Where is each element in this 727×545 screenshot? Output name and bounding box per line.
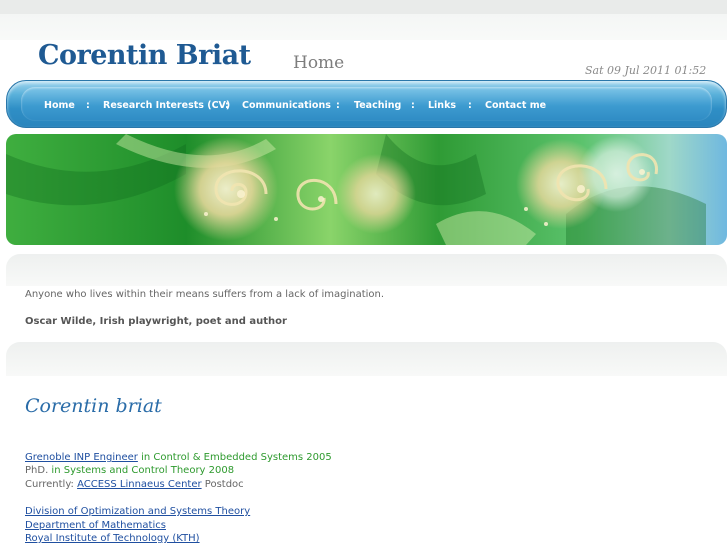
current-position-line: Currently: ACCESS Linnaeus Center Postdo…: [25, 479, 244, 490]
current-suffix: Postdoc: [201, 479, 244, 490]
department-mathematics-link[interactable]: Department of Mathematics: [25, 520, 166, 531]
phd-detail: in Systems and Control Theory 2008: [48, 465, 235, 476]
education-detail: in Control & Embedded Systems 2005: [137, 452, 332, 463]
current-prefix: Currently:: [25, 479, 78, 490]
main-navigation: Home : Research Interests (CV) : Communi…: [6, 80, 727, 128]
quote-header-bar: [6, 254, 727, 286]
page-title: Home: [293, 53, 345, 73]
content-heading: Corentin briat: [25, 395, 162, 417]
affiliation-line: Royal Institute of Technology (KTH): [25, 533, 200, 544]
nav-items: Home : Research Interests (CV) : Communi…: [7, 100, 726, 114]
site-title: Corentin Briat: [38, 40, 251, 71]
content-header-bar: [6, 342, 727, 376]
fractal-banner-image: [6, 134, 727, 245]
nav-item-links[interactable]: Links: [428, 100, 456, 111]
quote-author: Oscar Wilde, Irish playwright, poet and …: [25, 316, 287, 327]
nav-separator: :: [336, 100, 340, 111]
nav-item-research-interests[interactable]: Research Interests (CV): [103, 100, 230, 111]
nav-item-contact-me[interactable]: Contact me: [485, 100, 546, 111]
nav-item-home[interactable]: Home: [44, 100, 75, 111]
phd-prefix: PhD.: [25, 465, 49, 476]
nav-separator: :: [86, 100, 90, 111]
quote-text: Anyone who lives within their means suff…: [25, 289, 385, 300]
division-optimization-link[interactable]: Division of Optimization and Systems The…: [25, 506, 250, 517]
affiliation-line: Division of Optimization and Systems The…: [25, 506, 250, 517]
nav-separator: :: [468, 100, 472, 111]
nav-item-teaching[interactable]: Teaching: [354, 100, 401, 111]
access-linnaeus-link[interactable]: ACCESS Linnaeus Center: [77, 479, 202, 490]
top-strip: [0, 0, 727, 14]
datetime: Sat 09 Jul 2011 01:52: [585, 64, 707, 77]
affiliation-line: Department of Mathematics: [25, 520, 166, 531]
nav-item-communications[interactable]: Communications: [242, 100, 331, 111]
nav-separator: :: [225, 100, 229, 111]
grenoble-inp-link[interactable]: Grenoble INP Engineer: [25, 452, 138, 463]
nav-separator: :: [411, 100, 415, 111]
phd-line: PhD. in Systems and Control Theory 2008: [25, 465, 234, 476]
kth-link[interactable]: Royal Institute of Technology (KTH): [25, 533, 200, 544]
education-line: Grenoble INP Engineer in Control & Embed…: [25, 452, 332, 463]
top-band: [0, 14, 727, 40]
